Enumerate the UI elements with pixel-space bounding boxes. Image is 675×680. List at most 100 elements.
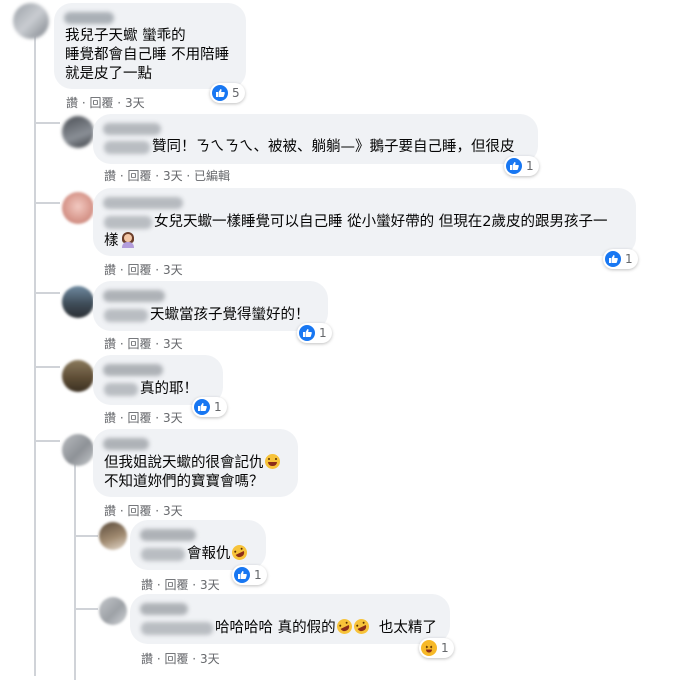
thumbs-up-icon bbox=[194, 399, 210, 415]
reaction-count: 1 bbox=[214, 400, 222, 414]
comment-text-line: 哈哈哈哈 真的假的 也太精了 bbox=[141, 616, 437, 638]
like-button[interactable]: 讚 bbox=[104, 167, 116, 184]
thumbs-up-icon bbox=[212, 85, 228, 101]
like-button[interactable]: 讚 bbox=[104, 335, 116, 352]
reply-button[interactable]: 回覆 bbox=[164, 576, 188, 593]
avatar[interactable] bbox=[62, 192, 94, 224]
timestamp[interactable]: 3天 bbox=[163, 409, 183, 426]
mention-blur[interactable] bbox=[104, 215, 152, 229]
comment-text-line: 樣 bbox=[104, 232, 135, 251]
comment-bubble: 贊同！ㄋㄟㄋㄟ、被被、躺躺—》鵝子要自己睡，但很皮 bbox=[93, 114, 538, 164]
thread-connector bbox=[74, 608, 98, 610]
comment-text-line: 睡覺都會自己睡 不用陪睡 bbox=[65, 47, 230, 63]
mention-blur[interactable] bbox=[104, 308, 148, 322]
reaction-badge[interactable]: 1 bbox=[192, 397, 227, 417]
comment-actions: 讚 · 回覆 · 3天 bbox=[104, 335, 183, 352]
avatar[interactable] bbox=[62, 116, 94, 148]
reaction-count: 1 bbox=[254, 568, 262, 582]
reply-button[interactable]: 回覆 bbox=[127, 335, 151, 352]
avatar[interactable] bbox=[62, 360, 94, 392]
thread-connector bbox=[34, 202, 60, 204]
thumbs-up-icon bbox=[506, 158, 522, 174]
avatar[interactable] bbox=[99, 597, 127, 625]
rolling-on-floor-laughing-emoji bbox=[229, 542, 249, 563]
reaction-badge[interactable]: 1 bbox=[603, 249, 638, 269]
comment-text-line: 不知道妳們的寶寶會嗎？ bbox=[104, 474, 264, 490]
comment-bubble: 哈哈哈哈 真的假的 也太精了 bbox=[130, 594, 450, 644]
timestamp[interactable]: 3天 bbox=[200, 576, 220, 593]
laughing-face-icon bbox=[421, 640, 437, 656]
thread-connector bbox=[34, 366, 60, 368]
reaction-badge[interactable]: 1 bbox=[297, 323, 332, 343]
thread-connector bbox=[34, 440, 60, 442]
reaction-badge[interactable]: 1 bbox=[504, 156, 539, 176]
reply-button[interactable]: 回覆 bbox=[89, 94, 113, 111]
like-button[interactable]: 讚 bbox=[66, 94, 78, 111]
avatar[interactable] bbox=[99, 522, 127, 550]
timestamp[interactable]: 3天 bbox=[125, 94, 145, 111]
thumbs-up-icon bbox=[605, 251, 621, 267]
reply-button[interactable]: 回覆 bbox=[127, 261, 151, 278]
mention-blur[interactable] bbox=[141, 621, 213, 635]
comment-text-line: 真的耶！ bbox=[104, 380, 198, 399]
like-button[interactable]: 讚 bbox=[141, 576, 153, 593]
timestamp[interactable]: 3天 bbox=[163, 167, 183, 184]
comment-actions: 讚 · 回覆 · 3天 · 已編輯 bbox=[104, 167, 231, 184]
like-button[interactable]: 讚 bbox=[141, 650, 153, 667]
edited-label[interactable]: 已編輯 bbox=[194, 167, 230, 184]
reaction-badge[interactable]: 5 bbox=[210, 83, 245, 103]
rolling-on-floor-laughing-emoji bbox=[351, 616, 372, 637]
reply-button[interactable]: 回覆 bbox=[164, 650, 188, 667]
avatar[interactable] bbox=[13, 3, 49, 39]
reaction-badge[interactable]: 1 bbox=[419, 638, 454, 658]
timestamp[interactable]: 3天 bbox=[163, 335, 183, 352]
author-name[interactable] bbox=[140, 603, 188, 615]
thread-line-sub bbox=[74, 460, 76, 680]
comment-actions: 讚 · 回覆 · 3天 bbox=[66, 94, 145, 111]
author-name[interactable] bbox=[103, 438, 149, 450]
author-name[interactable] bbox=[64, 12, 114, 24]
comment-actions: 讚 · 回覆 · 3天 bbox=[104, 502, 183, 519]
reply-button[interactable]: 回覆 bbox=[127, 409, 151, 426]
like-button[interactable]: 讚 bbox=[104, 261, 116, 278]
author-name[interactable] bbox=[103, 290, 165, 302]
author-name[interactable] bbox=[140, 529, 196, 541]
comment-text-line: 但我姐說天蠍的很會記仇 bbox=[104, 454, 281, 473]
timestamp[interactable]: 3天 bbox=[200, 650, 220, 667]
comment-actions: 讚 · 回覆 · 3天 bbox=[104, 261, 183, 278]
reaction-count: 5 bbox=[232, 86, 240, 100]
comment-text-line: 我兒子天蠍 蠻乖的 bbox=[65, 28, 186, 44]
reaction-count: 1 bbox=[526, 159, 534, 173]
reaction-badge[interactable]: 1 bbox=[232, 565, 267, 585]
comment-text-line: 女兒天蠍一樣睡覺可以自己睡 從小蠻好帶的 但現在2歲皮的跟男孩子一 bbox=[104, 213, 607, 232]
comment-text-line: 天蠍當孩子覺得蠻好的！ bbox=[104, 306, 310, 325]
comment-bubble: 但我姐說天蠍的很會記仇 不知道妳們的寶寶會嗎？ bbox=[93, 429, 298, 497]
thread-connector bbox=[34, 122, 60, 124]
timestamp[interactable]: 3天 bbox=[163, 502, 183, 519]
author-name[interactable] bbox=[103, 364, 163, 376]
mention-blur[interactable] bbox=[141, 547, 185, 561]
timestamp[interactable]: 3天 bbox=[163, 261, 183, 278]
author-name[interactable] bbox=[103, 123, 161, 135]
like-button[interactable]: 讚 bbox=[104, 409, 116, 426]
thumbs-up-icon bbox=[299, 325, 315, 341]
reply-button[interactable]: 回覆 bbox=[127, 167, 151, 184]
reply-button[interactable]: 回覆 bbox=[127, 502, 151, 519]
reaction-count: 1 bbox=[319, 326, 327, 340]
reaction-count: 1 bbox=[625, 252, 633, 266]
comment-text-line: 會報仇 bbox=[141, 542, 249, 564]
thumbs-up-icon bbox=[234, 567, 250, 583]
author-name[interactable] bbox=[103, 197, 183, 209]
comment-text-line: 就是皮了一點 bbox=[65, 66, 152, 82]
comment-actions: 讚 · 回覆 · 3天 bbox=[141, 650, 220, 667]
grinning-squinting-face-emoji bbox=[264, 454, 280, 469]
comment-bubble: 會報仇 bbox=[130, 520, 266, 570]
comment-actions: 讚 · 回覆 · 3天 bbox=[141, 576, 220, 593]
mention-blur[interactable] bbox=[104, 382, 138, 396]
avatar[interactable] bbox=[62, 286, 94, 318]
rolling-on-floor-laughing-emoji bbox=[334, 616, 355, 637]
comment-bubble: 女兒天蠍一樣睡覺可以自己睡 從小蠻好帶的 但現在2歲皮的跟男孩子一 樣 bbox=[93, 188, 636, 256]
mention-blur[interactable] bbox=[104, 140, 150, 154]
avatar[interactable] bbox=[62, 434, 94, 466]
like-button[interactable]: 讚 bbox=[104, 502, 116, 519]
